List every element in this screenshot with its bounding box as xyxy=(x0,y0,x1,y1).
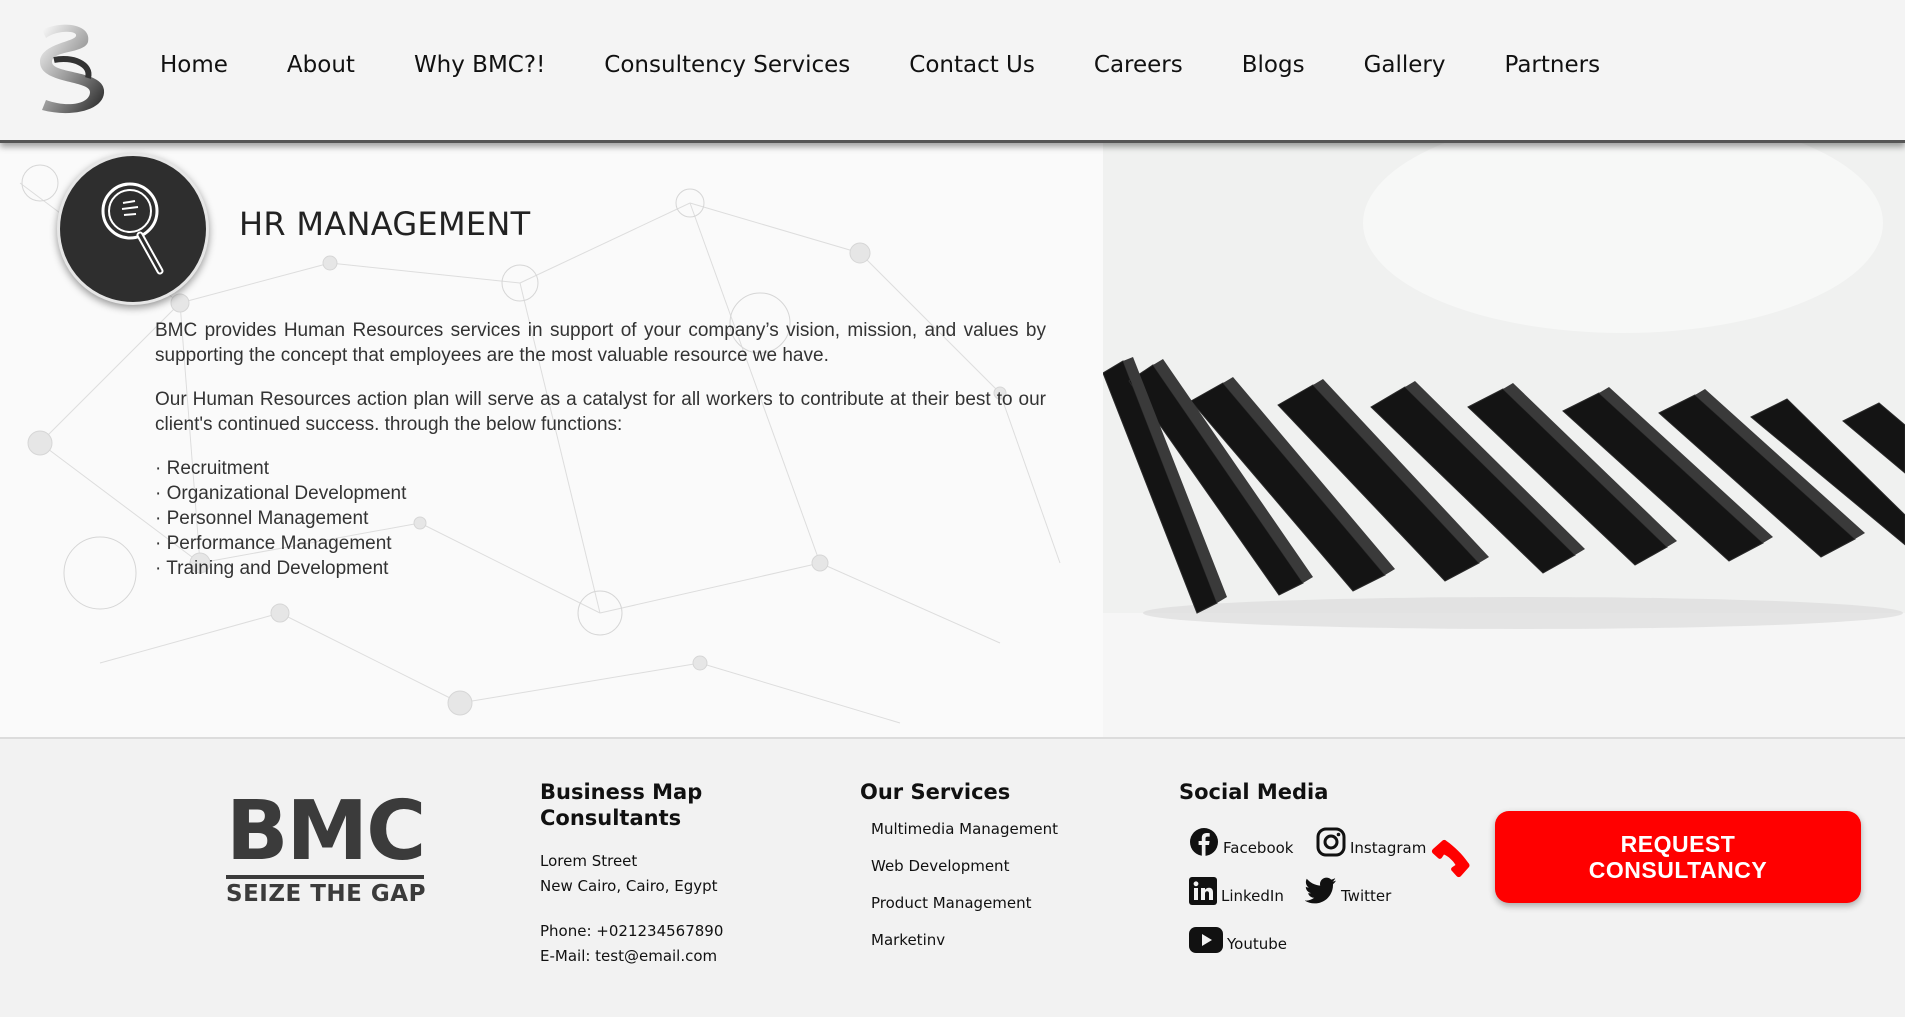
linkedin-link[interactable]: LinkedIn xyxy=(1189,877,1284,905)
linkedin-icon xyxy=(1189,877,1217,905)
list-item: · Organizational Development xyxy=(155,483,407,504)
twitter-icon xyxy=(1305,877,1336,904)
hr-icon-badge xyxy=(57,153,209,305)
twitter-link[interactable]: Twitter xyxy=(1305,877,1391,905)
service-link-multimedia[interactable]: Multimedia Management xyxy=(871,811,1100,848)
youtube-label: Youtube xyxy=(1227,935,1287,953)
hero-section: HR MANAGEMENT BMC provides Human Resourc… xyxy=(0,143,1905,737)
twitter-label: Twitter xyxy=(1341,887,1392,905)
linkedin-label: LinkedIn xyxy=(1221,887,1284,905)
company-info: Business Map Consultants Lorem Street Ne… xyxy=(540,779,780,969)
nav-careers[interactable]: Careers xyxy=(1094,52,1183,78)
hero-paragraph-2: Our Human Resources action plan will ser… xyxy=(155,389,1046,435)
facebook-link[interactable]: Facebook xyxy=(1189,827,1293,857)
main-nav: Home About Why BMC?! Consultency Service… xyxy=(160,52,1659,78)
list-item: · Recruitment xyxy=(155,458,270,479)
company-name: Business Map Consultants xyxy=(540,780,703,830)
company-phone: Phone: +021234567890 xyxy=(540,922,724,940)
company-email[interactable]: E-Mail: test@email.com xyxy=(540,944,780,969)
services-heading: Our Services xyxy=(860,780,1011,804)
instagram-label: Instagram xyxy=(1350,839,1427,857)
site-header: Home About Why BMC?! Consultency Service… xyxy=(0,0,1905,143)
nav-blogs[interactable]: Blogs xyxy=(1242,52,1305,78)
dominoes-photo xyxy=(1103,143,1905,737)
service-link-marketinv[interactable]: Marketinv xyxy=(871,922,1100,959)
service-link-product-management[interactable]: Product Management xyxy=(871,885,1100,922)
service-link-web-development[interactable]: Web Development xyxy=(871,848,1100,885)
instagram-link[interactable]: Instagram xyxy=(1316,827,1426,857)
list-item: · Training and Development xyxy=(155,558,389,579)
phone-icon[interactable] xyxy=(1428,837,1472,881)
request-consultancy-button[interactable]: REQUEST CONSULTANCY xyxy=(1495,811,1861,903)
logo-text: BMC xyxy=(226,784,426,879)
nav-about[interactable]: About xyxy=(287,52,355,78)
social-heading: Social Media xyxy=(1179,780,1329,804)
company-city: New Cairo, Cairo, Egypt xyxy=(540,877,718,895)
list-item: · Performance Management xyxy=(155,533,392,554)
company-street: Lorem Street xyxy=(540,852,638,870)
social-column: Social Media Facebook Instagram LinkedIn… xyxy=(1179,779,1439,953)
bmc-logo-mark-icon[interactable] xyxy=(32,20,112,120)
hero-description: BMC provides Human Resources services in… xyxy=(155,318,1046,581)
site-footer: BMC SEIZE THE GAP Business Map Consultan… xyxy=(0,737,1905,1017)
bmc-logo[interactable]: BMC SEIZE THE GAP xyxy=(226,791,426,907)
nav-consultency-services[interactable]: Consultency Services xyxy=(604,52,850,78)
services-column: Our Services Multimedia Management Web D… xyxy=(860,779,1100,959)
nav-contact-us[interactable]: Contact Us xyxy=(909,52,1035,78)
facebook-icon xyxy=(1190,828,1218,856)
nav-home[interactable]: Home xyxy=(160,52,228,78)
instagram-icon xyxy=(1316,827,1346,857)
youtube-icon xyxy=(1189,927,1223,953)
page-title: HR MANAGEMENT xyxy=(239,205,531,243)
hr-functions-list: · Recruitment · Organizational Developme… xyxy=(155,456,1046,581)
nav-partners[interactable]: Partners xyxy=(1505,52,1601,78)
magnifier-icon xyxy=(101,182,164,275)
nav-why-bmc[interactable]: Why BMC?! xyxy=(414,52,545,78)
list-item: · Personnel Management xyxy=(155,508,369,529)
facebook-label: Facebook xyxy=(1223,839,1294,857)
nav-gallery[interactable]: Gallery xyxy=(1364,52,1446,78)
hero-paragraph-1: BMC provides Human Resources services in… xyxy=(155,320,1046,366)
logo-tagline: SEIZE THE GAP xyxy=(226,881,426,907)
youtube-link[interactable]: Youtube xyxy=(1189,927,1287,953)
